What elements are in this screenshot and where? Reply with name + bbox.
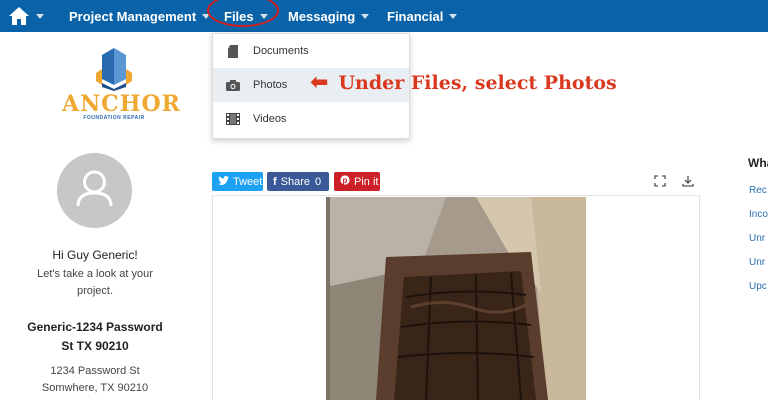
menu-item-label: Photos <box>253 79 288 91</box>
nav-label: Financial <box>387 8 444 24</box>
share-count: 0 <box>315 175 322 188</box>
menu-item-label: Videos <box>253 113 287 125</box>
right-panel-title: Wha <box>748 156 768 170</box>
address-line: Somwhere, TX 90210 <box>41 382 149 394</box>
nav-label: Project Management <box>69 8 197 24</box>
nav-messaging[interactable]: Messaging <box>288 0 370 32</box>
logo-tagline: FOUNDATION REPAIR <box>83 115 145 121</box>
chevron-down-icon <box>36 13 44 19</box>
arrow-left-icon: ⬅ <box>310 70 329 95</box>
anchor-logo-icon <box>96 48 132 91</box>
project-name-line: Generic-1234 Password <box>27 320 163 334</box>
document-icon <box>226 44 240 58</box>
right-panel-link[interactable]: Unr <box>749 257 765 268</box>
menu-item-documents[interactable]: Documents <box>213 34 409 68</box>
right-panel-link[interactable]: Unr <box>749 233 765 244</box>
tutorial-annotation: ⬅ Under Files, select Photos <box>310 70 617 95</box>
camera-icon <box>226 78 240 92</box>
right-panel-link[interactable]: Inco <box>749 209 768 220</box>
download-icon[interactable] <box>682 175 694 187</box>
photo-image <box>326 197 586 400</box>
project-photo[interactable] <box>326 197 586 400</box>
chevron-down-icon <box>202 13 211 19</box>
nav-files[interactable]: Files <box>224 0 268 32</box>
facebook-icon: f <box>273 175 277 188</box>
greeting-text: Hi Guy Generic! <box>52 248 138 262</box>
user-icon <box>76 170 113 207</box>
chevron-down-icon <box>449 13 458 19</box>
tweet-label: Tweet <box>233 175 263 188</box>
annotation-text: Under Files, select Photos <box>338 71 617 94</box>
project-name: Generic-1234 Password St TX 90210 <box>0 318 190 356</box>
company-logo[interactable]: ANCHOR FOUNDATION REPAIR <box>62 45 181 127</box>
project-name-line: St TX 90210 <box>61 339 129 353</box>
nav-label: Messaging <box>288 8 356 24</box>
subtitle-line: project. <box>76 285 114 297</box>
nav-project-management[interactable]: Project Management <box>69 0 211 32</box>
avatar <box>57 153 132 228</box>
chevron-down-icon <box>361 13 370 19</box>
greeting-subtitle: Let's take a look at your project. <box>0 266 190 300</box>
film-icon <box>226 112 240 126</box>
facebook-share-button[interactable]: f Share 0 <box>267 172 329 191</box>
menu-item-label: Documents <box>253 45 309 57</box>
nav-financial[interactable]: Financial <box>387 0 458 32</box>
pinterest-button[interactable]: p Pin it <box>334 172 380 191</box>
nav-label: Files <box>224 8 254 24</box>
menu-item-videos[interactable]: Videos <box>213 102 409 136</box>
pin-label: Pin it <box>354 175 379 188</box>
subtitle-line: Let's take a look at your <box>37 268 153 280</box>
svg-text:p: p <box>343 176 348 185</box>
project-address: 1234 Password St Somwhere, TX 90210 <box>0 363 190 397</box>
home-icon <box>9 7 29 25</box>
chevron-down-icon <box>259 13 268 19</box>
address-line: 1234 Password St <box>50 365 140 377</box>
top-nav: Project Management Files Messaging Finan… <box>0 0 768 32</box>
home-menu[interactable] <box>8 2 48 30</box>
share-label: Share <box>280 175 311 188</box>
right-panel-link[interactable]: Upc <box>749 281 767 292</box>
twitter-icon <box>218 175 229 188</box>
logo-wordmark: ANCHOR <box>62 91 181 117</box>
right-panel-link[interactable]: Rec <box>749 185 767 196</box>
fullscreen-icon[interactable] <box>654 175 666 187</box>
pinterest-icon: p <box>340 175 350 188</box>
tweet-button[interactable]: Tweet <box>212 172 263 191</box>
